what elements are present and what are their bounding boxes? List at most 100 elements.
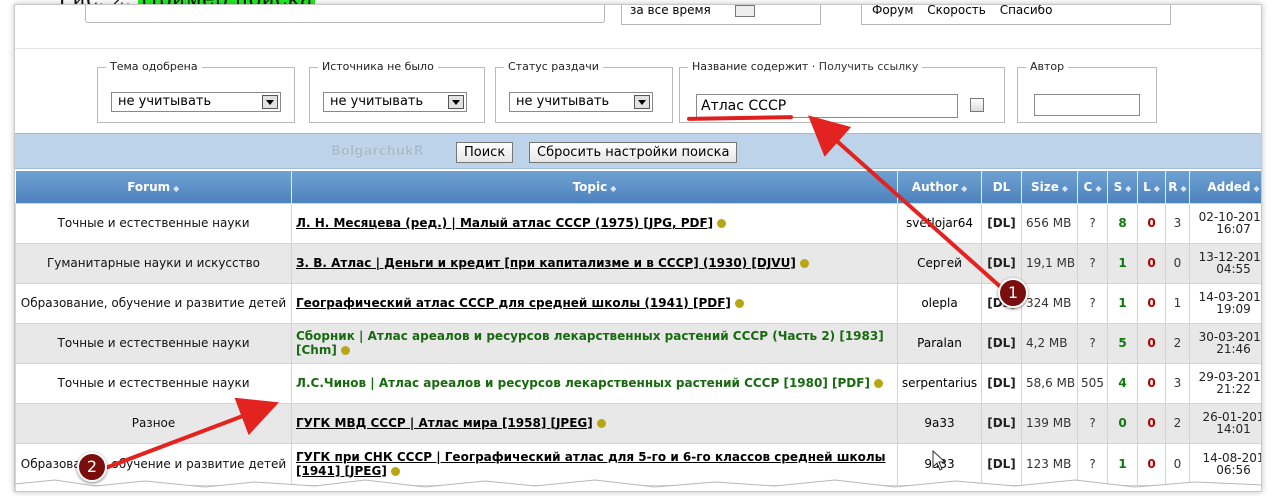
- download-link[interactable]: [DL]: [981, 242, 1022, 284]
- author-cell[interactable]: Сергей: [897, 242, 982, 284]
- table-row: Точные и естественные науки Л.С.Чинов | …: [15, 362, 1261, 404]
- forum-cell[interactable]: Разное: [15, 402, 292, 444]
- forum-cell[interactable]: Образование, обучение и развитие детей: [15, 282, 292, 324]
- top-input-field[interactable]: [85, 5, 605, 23]
- completed-cell: ?: [1077, 322, 1108, 364]
- no-source-select[interactable]: не учитывать: [323, 92, 467, 112]
- reset-search-button[interactable]: Сбросить настройки поиска: [529, 142, 738, 163]
- approved-select[interactable]: не учитывать: [111, 92, 281, 112]
- forum-cell[interactable]: Точные и естественные науки: [15, 202, 292, 244]
- seeders-cell: 0: [1107, 402, 1138, 444]
- topic-link[interactable]: ГУГК МВД СССР | Атлас мира [1958] [JPEG]: [296, 416, 593, 430]
- added-cell: 13-12-2014 04:55: [1189, 242, 1261, 284]
- status-dot-icon: [596, 419, 606, 428]
- topic-cell: Сборник | Атлас ареалов и ресурсов лекар…: [291, 322, 898, 364]
- author-cell[interactable]: svetlojar64: [897, 202, 982, 244]
- get-link-link[interactable]: Получить ссылку: [819, 60, 919, 73]
- filter-author-label: Автор: [1026, 60, 1069, 73]
- display-options: Форум Скорость Спасибо: [861, 5, 1171, 25]
- col-r-header[interactable]: R ◆: [1165, 171, 1190, 203]
- approved-select-value: не учитывать: [118, 94, 212, 109]
- forum-cell[interactable]: Гуманитарные науки и искусство: [15, 242, 292, 284]
- table-row: Разное ГУГК МВД СССР | Атлас мира [1958]…: [15, 402, 1261, 444]
- added-cell: 30-03-2013 21:46: [1189, 322, 1261, 364]
- filter-approved: Тема одобрена не учитывать: [97, 60, 295, 123]
- annotation-badge-1: 1: [998, 278, 1028, 308]
- col-topic-header[interactable]: Topic ◆: [291, 171, 898, 203]
- status-dot-icon: [340, 346, 350, 355]
- time-period-select[interactable]: за все время: [621, 4, 821, 25]
- search-button-bar: BolgarchukR Поиск Сбросить настройки пои…: [15, 133, 1261, 169]
- author-cell[interactable]: serpentarius: [897, 362, 982, 404]
- size-cell: 139 MB: [1021, 402, 1078, 444]
- leechers-cell: 0: [1137, 362, 1166, 404]
- filter-author: Автор: [1017, 60, 1157, 123]
- topic-cell: Л.С.Чинов | Атлас ареалов и ресурсов лек…: [291, 362, 898, 404]
- author-cell[interactable]: olepla: [897, 282, 982, 324]
- completed-cell: ?: [1077, 282, 1108, 324]
- topic-link[interactable]: Географический атлас СССР для средней шк…: [296, 296, 731, 310]
- topic-link[interactable]: Сборник | Атлас ареалов и ресурсов лекар…: [296, 329, 884, 357]
- time-period-arrow-icon: [734, 5, 755, 17]
- download-link[interactable]: [DL]: [981, 202, 1022, 244]
- annotation-badge-2: 2: [77, 452, 107, 482]
- leechers-cell: 0: [1137, 402, 1166, 444]
- col-size-header[interactable]: Size ◆: [1021, 171, 1078, 203]
- author-cell[interactable]: 9a33: [897, 402, 982, 444]
- topic-link[interactable]: Л. Н. Месяцева (ред.) | Малый атлас СССР…: [296, 216, 713, 230]
- seeders-cell: 5: [1107, 322, 1138, 364]
- col-author-header[interactable]: Author ◆: [897, 171, 982, 203]
- size-cell: 656 MB: [1021, 202, 1078, 244]
- completed-cell: ?: [1077, 402, 1108, 444]
- author-input[interactable]: [1034, 94, 1140, 116]
- added-cell: 02-10-2016 16:07: [1189, 202, 1261, 244]
- col-l-header[interactable]: L ◆: [1137, 171, 1166, 203]
- status-dot-icon: [734, 299, 744, 308]
- leechers-cell: 0: [1137, 322, 1166, 364]
- status-dot-icon: [717, 219, 727, 228]
- forum-cell[interactable]: Точные и естественные науки: [15, 362, 292, 404]
- filter-approved-label: Тема одобрена: [106, 60, 202, 73]
- speed-checkbox-label[interactable]: Скорость: [927, 5, 986, 17]
- title-contains-input[interactable]: Атлас СССР: [696, 94, 958, 118]
- author-cell[interactable]: Paralan: [897, 322, 982, 364]
- chevron-down-icon[interactable]: [262, 95, 278, 109]
- top-filter-strip: за все время Форум Скорость Спасибо: [15, 5, 1261, 49]
- replies-cell: 3: [1165, 202, 1190, 244]
- status-dot-icon: [390, 467, 400, 476]
- replies-cell: 1: [1165, 282, 1190, 324]
- chevron-down-icon[interactable]: [634, 95, 650, 109]
- filter-title: Название содержит · Получить ссылку Атла…: [679, 60, 1005, 123]
- topic-link[interactable]: З. В. Атлас | Деньги и кредит [при капит…: [296, 256, 796, 270]
- replies-cell: 0: [1165, 242, 1190, 284]
- search-button[interactable]: Поиск: [456, 142, 514, 163]
- col-c-header[interactable]: C ◆: [1077, 171, 1108, 203]
- forum-checkbox-label[interactable]: Форум: [872, 5, 913, 17]
- search-page: за все время Форум Скорость Спасибо Тема…: [14, 4, 1262, 492]
- col-added-header[interactable]: Added ◆: [1189, 171, 1261, 203]
- leechers-cell: 0: [1137, 282, 1166, 324]
- chevron-down-icon[interactable]: [448, 95, 464, 109]
- filter-status-label: Статус раздачи: [504, 60, 603, 73]
- time-period-value: за все время: [630, 4, 711, 17]
- title-exact-checkbox[interactable]: [970, 98, 984, 112]
- table-header-row: Forum ◆ Topic ◆ Author ◆ DL Size ◆ C ◆ S ◆ L ◆ …: [15, 171, 1261, 203]
- download-link[interactable]: [DL]: [981, 362, 1022, 404]
- status-select[interactable]: не учитывать: [509, 92, 653, 112]
- size-cell: 19,1 MB: [1021, 242, 1078, 284]
- download-link[interactable]: [DL]: [981, 322, 1022, 364]
- topic-link[interactable]: ГУГК при СНК СССР | Географический атлас…: [296, 450, 886, 478]
- forum-cell[interactable]: Точные и естественные науки: [15, 322, 292, 364]
- col-forum-header[interactable]: Forum ◆: [15, 171, 292, 203]
- thanks-checkbox-label[interactable]: Спасибо: [1000, 5, 1053, 17]
- download-link[interactable]: [DL]: [981, 402, 1022, 444]
- results-table: Forum ◆ Topic ◆ Author ◆ DL Size ◆ C ◆ S ◆ L ◆ …: [15, 171, 1261, 486]
- completed-cell: ?: [1077, 202, 1108, 244]
- seeders-cell: 8: [1107, 202, 1138, 244]
- status-dot-icon: [873, 379, 883, 388]
- col-s-header[interactable]: S ◆: [1107, 171, 1138, 203]
- mouse-pointer-icon: [932, 450, 947, 471]
- topic-cell: ГУГК МВД СССР | Атлас мира [1958] [JPEG]: [291, 402, 898, 444]
- filter-status: Статус раздачи не учитывать: [495, 60, 673, 123]
- topic-link[interactable]: Л.С.Чинов | Атлас ареалов и ресурсов лек…: [296, 376, 870, 390]
